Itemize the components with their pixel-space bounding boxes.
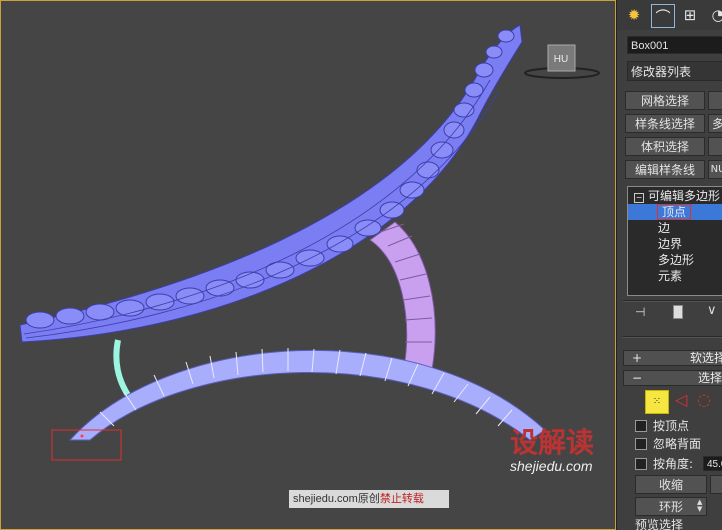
stack-separator xyxy=(623,300,722,302)
select-rollout-label: 选择 xyxy=(698,371,722,385)
scene-canvas[interactable]: HU 设解读 shejiedu.com xyxy=(0,0,616,530)
rollout-minus-icon: − xyxy=(632,371,643,385)
toolbar-separator xyxy=(623,336,722,338)
edit-spline-side-button[interactable]: NU xyxy=(708,160,722,179)
stack-item-edge-label: 边 xyxy=(658,221,671,235)
command-panel[interactable]: ✹ ⌒ ⊞ ◔ Box001 修改器列表 网格选择 样条线选择 多 体积选择 编… xyxy=(616,0,722,530)
pin-stack-icon[interactable]: ⊣ xyxy=(635,305,645,319)
angle-value-field[interactable]: 45.0 xyxy=(703,456,722,471)
view-cube-label: HU xyxy=(554,54,568,65)
object-name-field[interactable]: Box001 xyxy=(627,36,722,54)
vertex-mode-icon[interactable]: ⁙ xyxy=(645,390,669,414)
make-unique-icon[interactable]: ∨ xyxy=(707,303,717,318)
mesh-select-side-button[interactable] xyxy=(708,91,722,110)
selected-vertex xyxy=(80,434,84,438)
volume-select-side-button[interactable] xyxy=(708,137,722,156)
stack-item-polygon[interactable]: 多边形 xyxy=(628,252,722,268)
soft-select-label: 软选择 xyxy=(690,351,722,365)
volume-select-button[interactable]: 体积选择 xyxy=(625,137,705,156)
curve-icon[interactable]: ⌒ xyxy=(651,4,675,28)
by-angle-checkbox[interactable] xyxy=(635,458,647,470)
command-tabs: ✹ ⌒ ⊞ ◔ xyxy=(617,0,722,30)
edit-spline-button[interactable]: 编辑样条线 xyxy=(625,160,705,179)
rear-support-arc xyxy=(369,221,436,371)
preview-select-label: 预览选择 xyxy=(635,518,684,530)
caption-bar: shejiedu.com原创禁止转载 xyxy=(289,490,449,508)
stack-item-vertex[interactable]: 顶点 xyxy=(628,204,722,220)
by-vertex-checkbox[interactable] xyxy=(635,420,647,432)
select-rollout[interactable]: − 选择 xyxy=(623,370,722,386)
stack-root-item[interactable]: − 可编辑多边形 xyxy=(628,188,722,204)
by-vertex-label: 按顶点 xyxy=(653,419,690,433)
stack-item-vertex-label: 顶点 xyxy=(656,204,692,220)
sun-icon[interactable]: ✹ xyxy=(623,4,645,26)
perspective-viewport[interactable]: HU 设解读 shejiedu.com shejiedu.com原创禁止转载 xyxy=(0,0,616,530)
watermark-brand: 设解读 xyxy=(510,426,594,459)
stack-item-border[interactable]: 边界 xyxy=(628,236,722,252)
seat-mesh xyxy=(19,24,523,343)
watermark-site: shejiedu.com xyxy=(510,458,593,474)
stack-item-border-label: 边界 xyxy=(658,237,683,251)
display-icon[interactable]: ◔ xyxy=(707,4,722,26)
rollout-plus-icon: + xyxy=(632,351,643,365)
lower-arc-base xyxy=(68,349,546,441)
caption-warning: 禁止转载 xyxy=(379,493,424,505)
modifier-stack[interactable]: − 可编辑多边形 顶点 边 边界 多边形 元素 xyxy=(627,186,722,296)
edge-mode-icon[interactable]: ◁ xyxy=(675,390,687,409)
grow-button[interactable] xyxy=(710,475,722,494)
by-angle-label: 按角度: xyxy=(653,457,694,471)
ring-spinner-icon[interactable]: ▲ ▼ xyxy=(697,499,702,513)
caption-site: shejiedu.com原创 xyxy=(293,493,380,505)
spline-select-button[interactable]: 样条线选择 xyxy=(625,114,705,133)
shrink-button[interactable]: 收缩 xyxy=(635,475,707,494)
spline-select-side-button[interactable]: 多 xyxy=(708,114,722,133)
collapse-toggle-icon[interactable]: − xyxy=(634,193,644,203)
stack-item-element[interactable]: 元素 xyxy=(628,268,722,284)
stack-item-element-label: 元素 xyxy=(658,269,683,283)
ignore-backface-label: 忽略背面 xyxy=(653,437,702,451)
stack-item-polygon-label: 多边形 xyxy=(658,253,695,267)
mesh-select-button[interactable]: 网格选择 xyxy=(625,91,705,110)
modifier-list-dropdown[interactable]: 修改器列表 xyxy=(627,61,722,81)
view-cube: HU xyxy=(524,44,600,79)
stack-root-label: 可编辑多边形 xyxy=(648,189,721,203)
hierarchy-icon[interactable]: ⊞ xyxy=(679,4,701,26)
stack-item-edge[interactable]: 边 xyxy=(628,220,722,236)
left-support-wire xyxy=(113,339,131,397)
ignore-backface-checkbox[interactable] xyxy=(635,438,647,450)
soft-select-rollout[interactable]: + 软选择 xyxy=(623,350,722,366)
show-end-result-icon[interactable] xyxy=(673,305,683,319)
border-mode-icon[interactable]: ◌ xyxy=(697,390,711,409)
